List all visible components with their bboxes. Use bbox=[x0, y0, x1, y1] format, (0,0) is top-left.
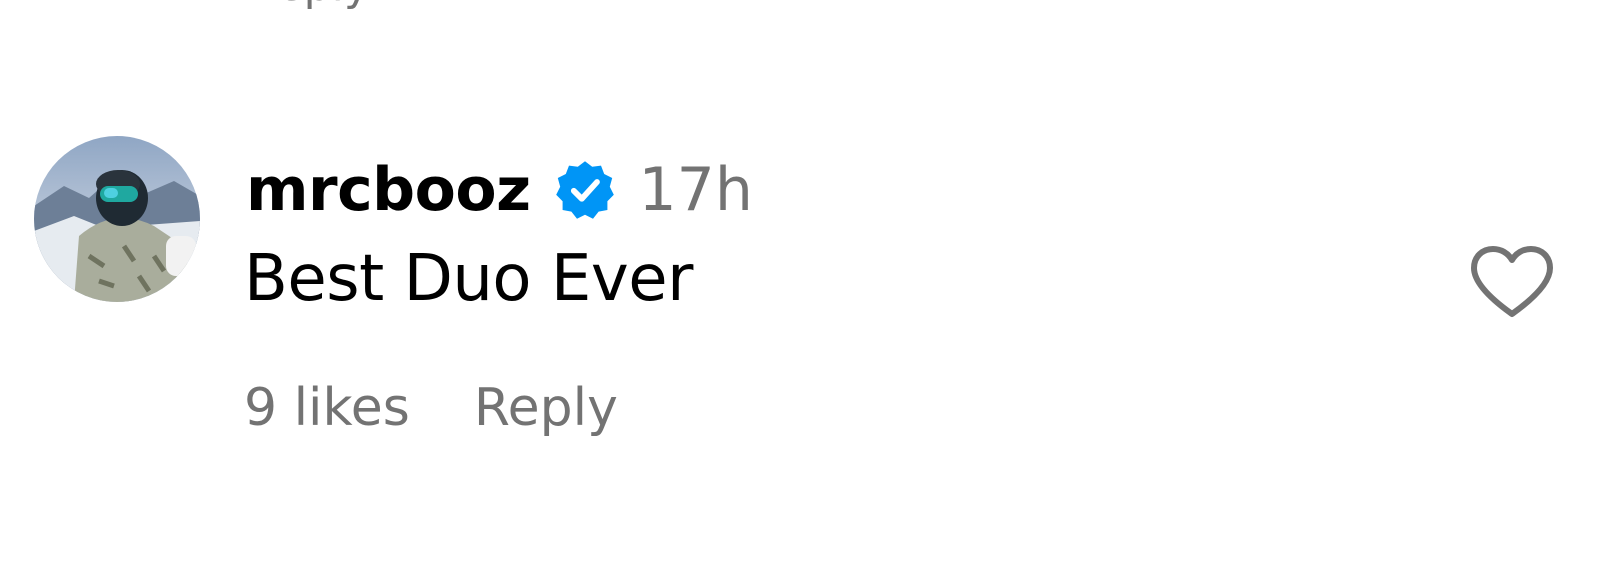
heart-icon bbox=[1471, 246, 1553, 317]
likes-count-button[interactable]: 9 likes bbox=[244, 378, 410, 438]
comment-timestamp[interactable]: 17h bbox=[639, 155, 753, 225]
like-button[interactable] bbox=[1468, 244, 1556, 320]
avatar-image bbox=[34, 136, 200, 302]
verified-badge-icon bbox=[553, 158, 617, 222]
comment-text: Best Duo Ever bbox=[244, 242, 693, 316]
reply-button[interactable]: Reply bbox=[474, 378, 618, 438]
avatar[interactable] bbox=[34, 136, 200, 302]
comment-actions: 9 likes Reply bbox=[244, 378, 618, 438]
comment-item: mrcbooz 17h Best Duo Ever 9 likes Reply bbox=[0, 0, 1600, 575]
comment-header: mrcbooz 17h bbox=[246, 150, 753, 230]
username-link[interactable]: mrcbooz bbox=[246, 155, 531, 225]
